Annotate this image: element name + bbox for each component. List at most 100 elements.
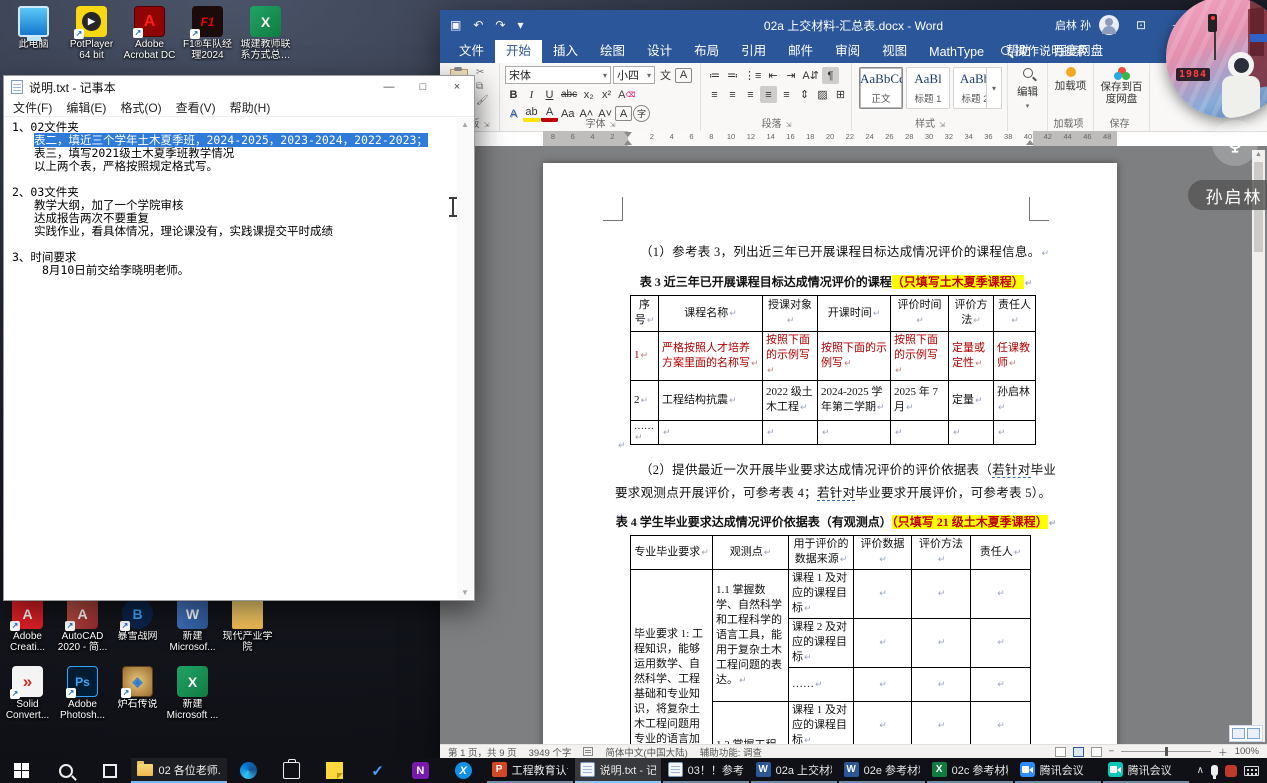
table-cell[interactable]: ↵	[854, 570, 912, 619]
ribbon-tab[interactable]: 设计	[636, 37, 683, 63]
table-cell[interactable]: 孙启林↵	[994, 381, 1036, 421]
desktop-icon[interactable]: B 暴雪战网	[110, 598, 165, 666]
close-button[interactable]: ×	[440, 76, 474, 98]
taskbar-window-button[interactable]: W 02e 参考材料...	[839, 758, 925, 783]
horizontal-ruler[interactable]: 8642246810121416182022242628303234363840…	[543, 131, 1117, 146]
font-button[interactable]: B	[505, 86, 522, 103]
thunder-taskbar-icon[interactable]: X	[442, 758, 485, 783]
desktop-icon[interactable]: ◈ 炉石传说	[110, 666, 165, 734]
table-cell[interactable]: 严格按照人才培养方案里面的名称写↵	[659, 332, 763, 381]
table-cell[interactable]: 授课对象↵	[763, 296, 818, 332]
paragraph-button[interactable]: ▨	[814, 86, 831, 103]
table-cell[interactable]: 定量↵	[949, 381, 994, 421]
table-cell[interactable]: ↵	[912, 619, 971, 668]
table-cell[interactable]: ↵	[971, 619, 1031, 668]
ribbon-display-options-icon[interactable]: ⊡	[1127, 18, 1155, 32]
menu-item[interactable]: 编辑(E)	[59, 99, 113, 116]
paragraph-button[interactable]: ⋮≡	[742, 67, 763, 84]
table-cell[interactable]: 毕业要求 1: 工程知识，能够运用数学、自然科学、工程基础和专业知识，将复杂土木…	[631, 570, 713, 745]
document-page[interactable]: （1）参考表 3，列出近三年已开展课程目标达成情况评价的课程信息。↵ 表 3 近…	[543, 163, 1117, 744]
menu-item[interactable]: 格式(O)	[113, 99, 168, 116]
paragraph-button[interactable]: ⇕	[796, 86, 813, 103]
font-button[interactable]: abc	[559, 86, 579, 103]
tray-microphone-icon[interactable]	[1211, 765, 1218, 776]
ribbon-tab[interactable]: 视图	[871, 37, 918, 63]
zoom-out-button[interactable]: −	[1109, 746, 1115, 757]
styles-more-icon[interactable]: ▾	[986, 67, 1002, 109]
table-cell[interactable]: 按照下面的示例写↵	[763, 332, 818, 381]
desktop-icon[interactable]: W 新建 Microsof...	[165, 598, 220, 666]
desktop-icon[interactable]: A Adobe Acrobat DC	[122, 6, 177, 61]
tray-expand-icon[interactable]: ∧	[1197, 765, 1204, 776]
ime-float-toolbar[interactable]	[1229, 725, 1263, 742]
taskbar-window-button[interactable]: X 02c 参考材料...	[927, 758, 1013, 783]
store-taskbar-icon[interactable]	[270, 758, 313, 783]
notepad-title-bar[interactable]: 说明.txt - 记事本 — □ ×	[4, 76, 474, 98]
desktop-icon[interactable]: X 新建 Microsoft ...	[165, 666, 220, 734]
table-cell[interactable]: ↵	[971, 668, 1031, 702]
menu-item[interactable]: 帮助(H)	[223, 99, 278, 116]
table-cell[interactable]: ↵	[891, 421, 949, 445]
hanging-indent-marker[interactable]	[624, 140, 632, 145]
table-cell[interactable]: 按照下面的示例写↵	[818, 332, 891, 381]
tray-keyboard-icon[interactable]	[1244, 766, 1259, 776]
style-card[interactable]: AaBbCcD正文	[859, 67, 903, 109]
paragraph-button[interactable]: ⇤	[764, 67, 781, 84]
table-cell[interactable]: 课程名称↵	[659, 296, 763, 332]
font-button[interactable]: x²	[598, 86, 615, 103]
table-cell[interactable]: ↵	[854, 668, 912, 702]
ribbon-tab[interactable]: 邮件	[777, 37, 824, 63]
paragraph-button[interactable]: ⊞	[832, 86, 849, 103]
table-cell[interactable]: 2↵	[631, 381, 659, 421]
tray-app-icon[interactable]	[1225, 765, 1237, 777]
table-cell[interactable]: 评价数据↵	[854, 536, 912, 570]
font-size-select[interactable]: 小四▾	[613, 66, 655, 84]
table-cell[interactable]: 序号↵	[631, 296, 659, 332]
paragraph-button[interactable]: ≕	[724, 67, 741, 84]
print-layout-button[interactable]	[1073, 747, 1084, 757]
clipboard-icon[interactable]: ✂	[476, 67, 489, 78]
table-cell[interactable]: ↵	[994, 421, 1036, 445]
table-cell[interactable]: ……↵	[631, 421, 659, 445]
desktop-icon[interactable]: 现代产业学院	[220, 598, 275, 666]
desktop-icon[interactable]: A AutoCAD 2020 - 简...	[55, 598, 110, 666]
taskbar-window-button[interactable]: 腾讯会议	[1103, 758, 1189, 783]
accessibility-status[interactable]: 辅助功能: 调查	[700, 745, 762, 759]
table-cell[interactable]: 开课时间↵	[818, 296, 891, 332]
paragraph-button[interactable]: ≡	[760, 86, 777, 103]
minimize-button[interactable]: —	[372, 76, 406, 98]
taskbar-window-button[interactable]: 说明.txt - 记...	[575, 758, 661, 783]
desktop-icon[interactable]: F1 F1®车队经理2024	[180, 6, 235, 61]
table-cell[interactable]: ↵	[659, 421, 763, 445]
editing-button[interactable]: 编辑▾	[1015, 68, 1041, 111]
save-icon[interactable]: ▣	[450, 18, 461, 32]
undo-icon[interactable]: ↶	[473, 18, 483, 32]
table-cell[interactable]: 1↵	[631, 332, 659, 381]
desktop-icon[interactable]: X 城建教师联系方式总表8....	[238, 6, 293, 61]
onenote-taskbar-icon[interactable]: N	[399, 758, 442, 783]
menu-item[interactable]: 文件(F)	[6, 99, 59, 116]
paragraph-button[interactable]: ≡	[706, 86, 723, 103]
ribbon-tab[interactable]: 引用	[730, 37, 777, 63]
microphone-button[interactable]	[1212, 120, 1258, 166]
paragraph-button[interactable]: ≡	[724, 86, 741, 103]
table-cell[interactable]: ↵	[912, 668, 971, 702]
table-cell[interactable]: 工程结构抗震↵	[659, 381, 763, 421]
desktop-icon[interactable]: Ps Adobe Photosh...	[55, 666, 110, 734]
desktop-icon[interactable]: 此电脑	[6, 6, 61, 61]
paragraph-button[interactable]: ≔	[706, 67, 723, 84]
paragraph-button[interactable]: ⇥	[782, 67, 799, 84]
desktop-icon[interactable]: A Adobe Creati...	[0, 598, 55, 666]
language-indicator[interactable]: 简体中文(中国大陆)	[605, 745, 687, 759]
table-cell[interactable]: ↵	[763, 421, 818, 445]
web-layout-button[interactable]	[1091, 747, 1102, 757]
table-cell[interactable]: 评价方法↵	[949, 296, 994, 332]
font-extra-button[interactable]: A	[675, 68, 692, 83]
maximize-button[interactable]: □	[406, 76, 440, 98]
table-cell[interactable]: 任课教师↵	[994, 332, 1036, 381]
paragraph-button[interactable]: ≡	[778, 86, 795, 103]
table-cell[interactable]: ↵	[949, 421, 994, 445]
table-cell[interactable]: ↵	[912, 702, 971, 745]
ribbon-tab[interactable]: 布局	[683, 37, 730, 63]
proofing-icon[interactable]	[583, 747, 593, 756]
